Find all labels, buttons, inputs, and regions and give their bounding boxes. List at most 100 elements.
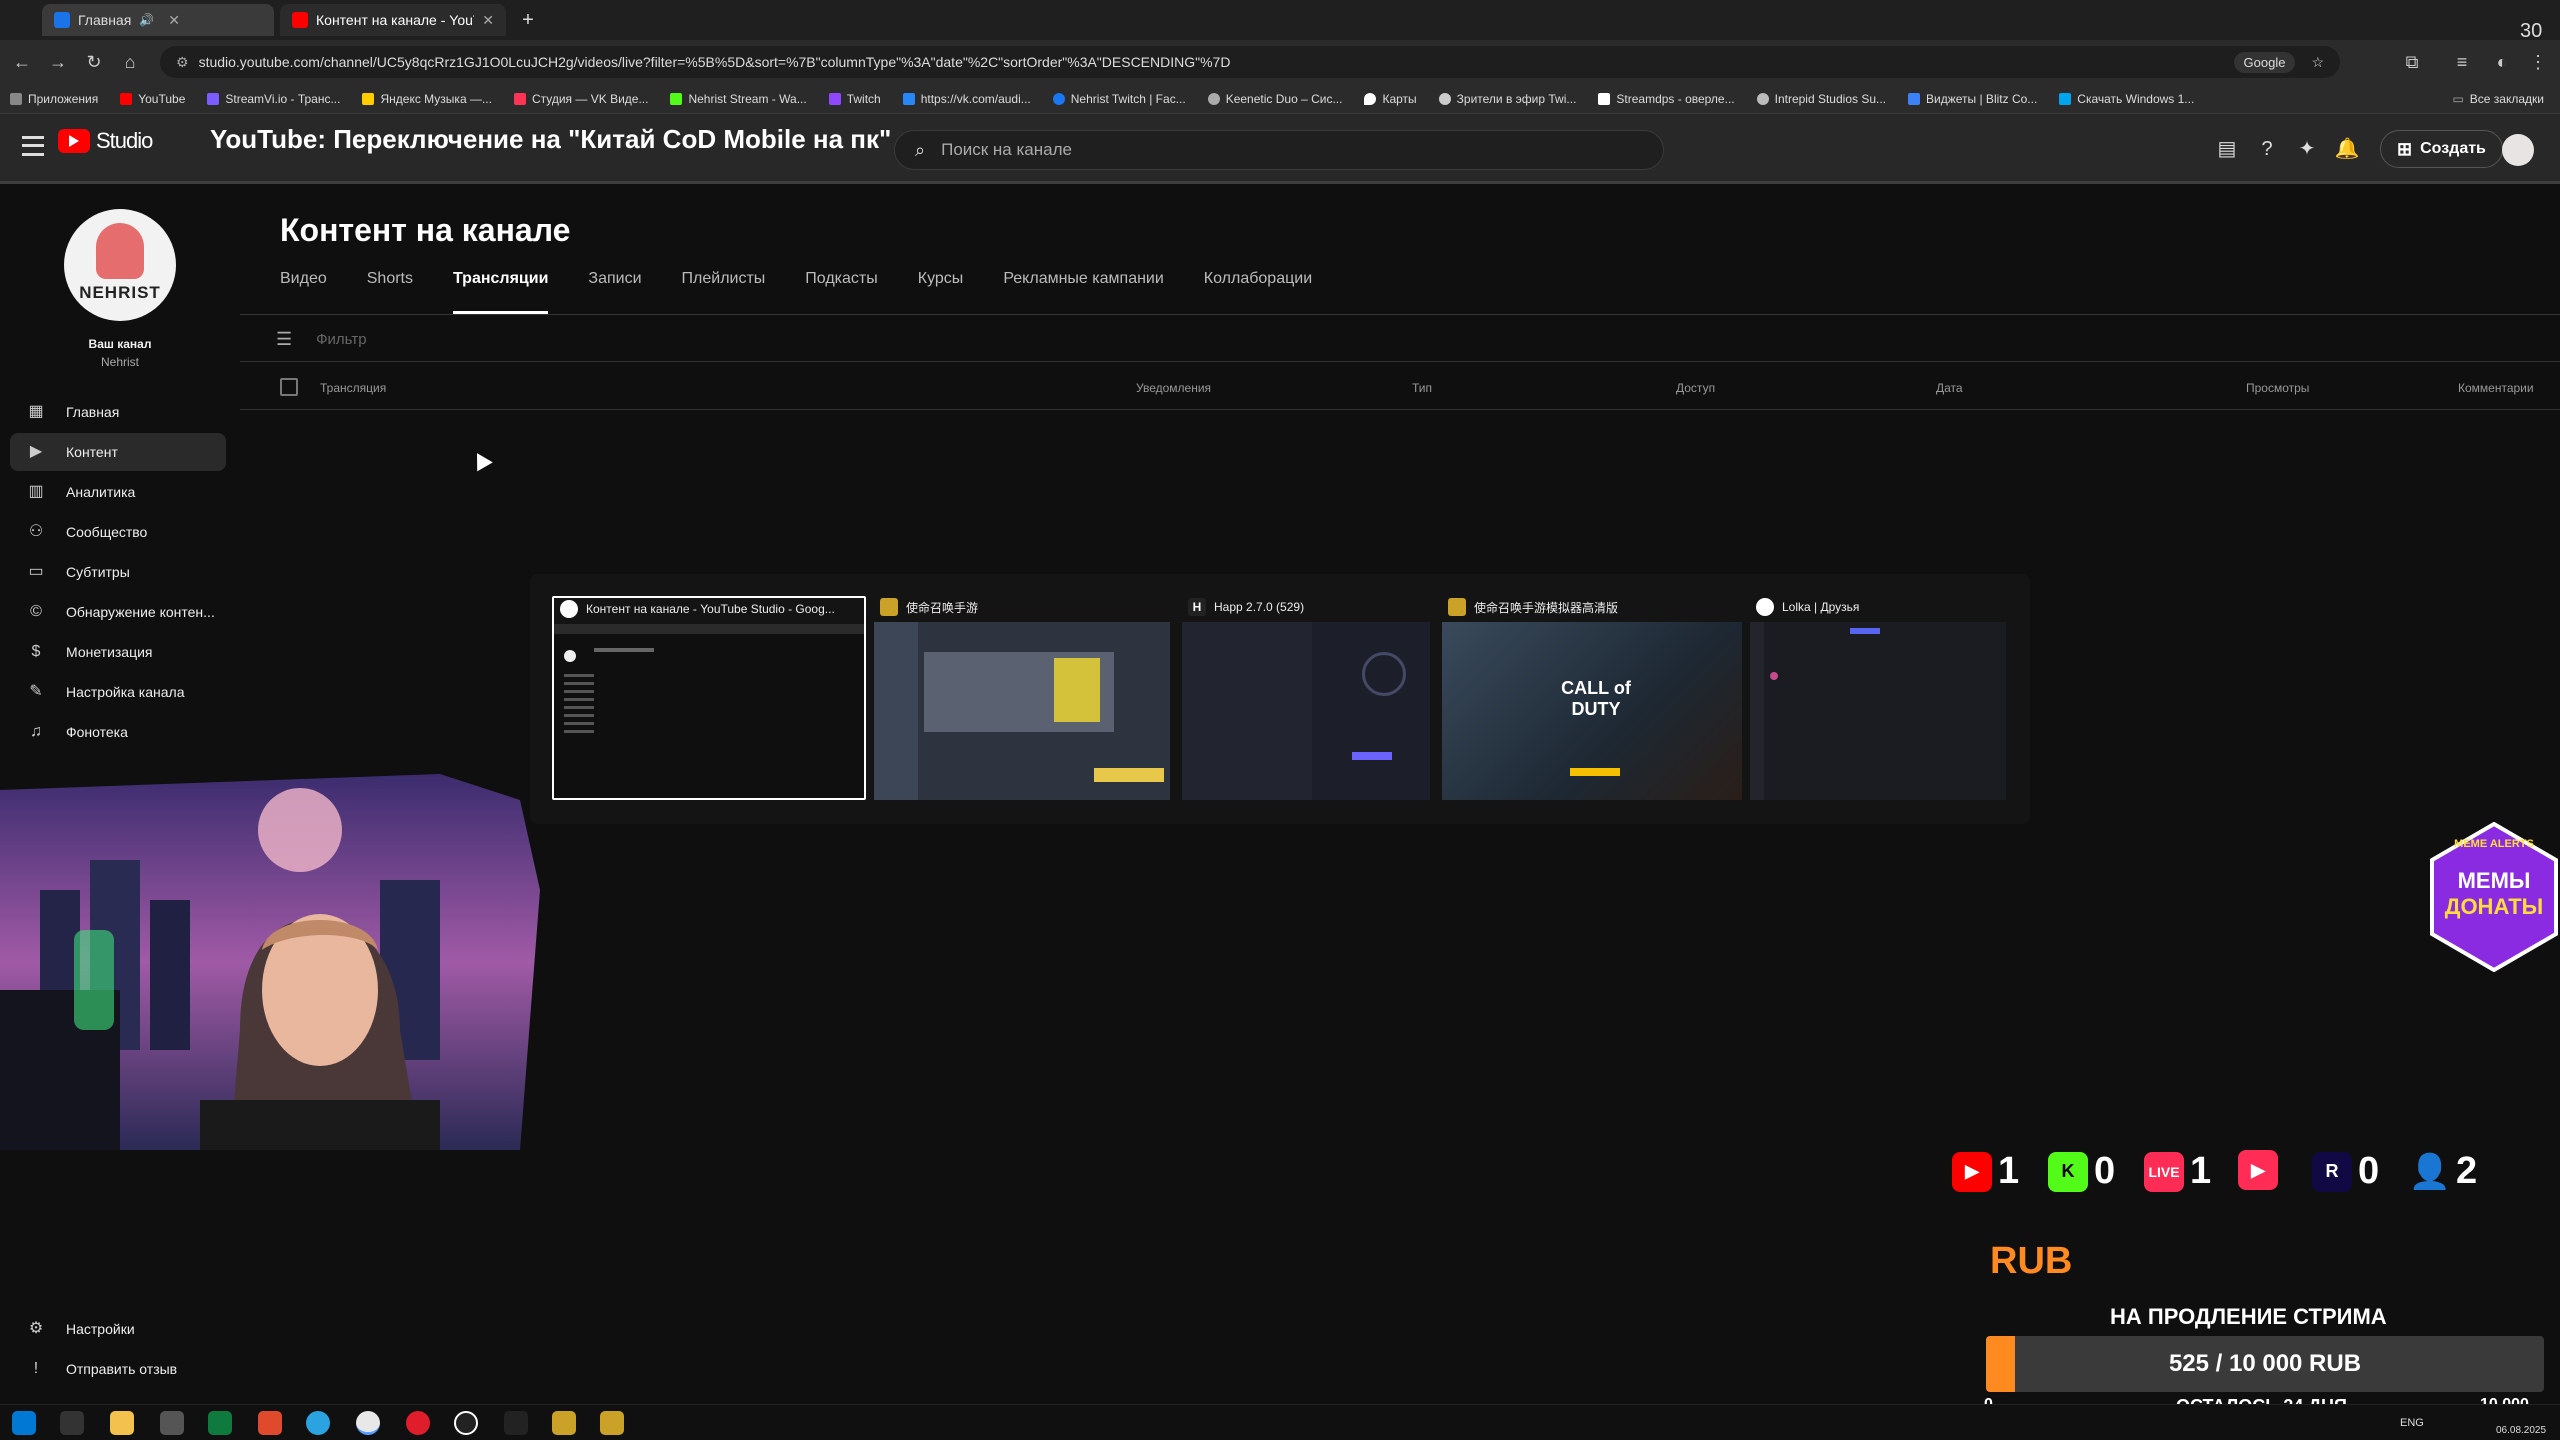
sparkle-icon[interactable]: ✦ bbox=[2294, 136, 2320, 162]
site-info-icon[interactable]: ⚙ bbox=[176, 54, 189, 71]
cod-mobile-icon[interactable] bbox=[552, 1411, 576, 1435]
opera-icon[interactable] bbox=[406, 1411, 430, 1435]
chrome-icon[interactable] bbox=[356, 1411, 380, 1435]
channel-avatar[interactable]: NEHRIST bbox=[64, 209, 176, 321]
hamburger-menu-icon[interactable] bbox=[22, 136, 44, 156]
sidebar-item-community[interactable]: ⚇ Сообщество bbox=[10, 513, 226, 551]
task-view-icon[interactable] bbox=[60, 1411, 84, 1435]
sidebar-item-subtitles[interactable]: ▭ Субтитры bbox=[10, 553, 226, 591]
column-header-notifications[interactable]: Уведомления bbox=[1136, 381, 1211, 395]
sidebar-item-monetization[interactable]: $ Монетизация bbox=[10, 633, 226, 671]
messages-icon[interactable]: ▤ bbox=[2214, 136, 2240, 162]
store-icon[interactable] bbox=[208, 1411, 232, 1435]
tab-collaborations[interactable]: Коллаборации bbox=[1204, 270, 1312, 314]
cod-mobile-icon[interactable] bbox=[600, 1411, 624, 1435]
audio-icon[interactable]: 🔊 bbox=[139, 13, 154, 27]
help-icon[interactable]: ? bbox=[2254, 136, 2280, 162]
file-explorer-icon[interactable] bbox=[110, 1411, 134, 1435]
column-header-comments[interactable]: Комментарии bbox=[2458, 381, 2534, 395]
tab-playlists[interactable]: Плейлисты bbox=[682, 270, 766, 314]
column-header-visibility[interactable]: Доступ bbox=[1676, 381, 1715, 395]
sidebar-item-content[interactable]: ▶ Контент bbox=[10, 433, 226, 471]
sidebar-item-audio-library[interactable]: ♫ Фонотека bbox=[10, 713, 226, 751]
bookmark-item[interactable]: Intrepid Studios Su... bbox=[1756, 92, 1886, 106]
bookmark-item[interactable]: Keenetic Duo – Сис... bbox=[1207, 92, 1342, 106]
tab-label: Главная bbox=[78, 12, 132, 28]
sidebar-item-copyright[interactable]: © Обнаружение контен... bbox=[10, 593, 226, 631]
home-icon[interactable]: ⌂ bbox=[118, 50, 142, 74]
bookmark-item[interactable]: Streamdps - оверле... bbox=[1598, 92, 1735, 106]
switcher-window-happ[interactable]: H Happ 2.7.0 (529) bbox=[1182, 596, 1430, 800]
start-icon[interactable] bbox=[12, 1411, 36, 1435]
lolka-icon[interactable] bbox=[454, 1411, 478, 1435]
profile-icon[interactable]: ◐ bbox=[2490, 50, 2514, 74]
close-tab-icon[interactable]: ✕ bbox=[482, 12, 494, 29]
switcher-window-cod-launcher[interactable]: 使命召唤手游 bbox=[874, 596, 1170, 800]
filter-input[interactable]: Фильтр bbox=[316, 331, 366, 348]
bookmark-item[interactable]: https://vk.com/audi... bbox=[902, 92, 1031, 106]
tab-promotions[interactable]: Рекламные кампании bbox=[1003, 270, 1163, 314]
reading-list-icon[interactable]: ≡ bbox=[2450, 50, 2474, 74]
column-header-views[interactable]: Просмотры bbox=[2246, 381, 2309, 395]
browser-tab-home[interactable]: Главная 🔊 ✕ bbox=[42, 4, 274, 36]
customization-icon: ✎ bbox=[29, 683, 43, 700]
bookmark-item[interactable]: Nehrist Stream - Wa... bbox=[670, 92, 807, 106]
bookmark-item[interactable]: Виджеты | Blitz Co... bbox=[1908, 92, 2037, 106]
extensions-icon[interactable]: ⧉ bbox=[2400, 50, 2424, 74]
account-avatar[interactable] bbox=[2502, 134, 2534, 166]
tab-videos[interactable]: Видео bbox=[280, 270, 327, 314]
create-button[interactable]: ⊞ Создать bbox=[2380, 130, 2503, 168]
filter-icon[interactable]: ☰ bbox=[276, 329, 292, 350]
language-indicator[interactable]: ENG bbox=[2400, 1417, 2424, 1429]
bookmark-item[interactable]: Карты bbox=[1364, 92, 1417, 106]
menu-icon[interactable]: ⋮ bbox=[2526, 50, 2550, 74]
bookmark-item[interactable]: Nehrist Twitch | Fac... bbox=[1052, 92, 1186, 106]
switcher-window-lolka[interactable]: Lolka | Друзья bbox=[1750, 596, 2006, 800]
community-icon: ⚇ bbox=[28, 523, 44, 540]
studio-logo[interactable]: Studio bbox=[58, 128, 153, 154]
google-lens-button[interactable]: Google bbox=[2233, 51, 2296, 73]
new-tab-button[interactable]: + bbox=[512, 4, 544, 36]
switcher-window-cod-emulator[interactable]: 使命召唤手游模拟器高清版 CALL of DUTY bbox=[1442, 596, 1742, 800]
sidebar-item-dashboard[interactable]: ▦ Главная bbox=[10, 393, 226, 431]
column-header-stream[interactable]: Трансляция bbox=[320, 381, 386, 395]
tab-shorts[interactable]: Shorts bbox=[367, 270, 413, 314]
bookmark-item[interactable]: StreamVi.io - Транс... bbox=[207, 92, 340, 106]
sidebar-item-feedback[interactable]: ! Отправить отзыв bbox=[10, 1350, 226, 1388]
app-icon[interactable] bbox=[160, 1411, 184, 1435]
taskbar-date[interactable]: 06.08.2025 bbox=[2496, 1425, 2546, 1436]
bookmark-item[interactable]: Яндекс Музыка —... bbox=[362, 92, 492, 106]
sidebar-item-customization[interactable]: ✎ Настройка канала bbox=[10, 673, 226, 711]
sidebar-item-settings[interactable]: ⚙ Настройки bbox=[10, 1310, 226, 1348]
tab-courses[interactable]: Курсы bbox=[918, 270, 964, 314]
browser-tab-studio[interactable]: Контент на канале - YouTube Studio ✕ bbox=[280, 4, 506, 36]
happ-icon[interactable] bbox=[504, 1411, 528, 1435]
tab-podcasts[interactable]: Подкасты bbox=[805, 270, 877, 314]
tab-posts[interactable]: Записи bbox=[588, 270, 641, 314]
bookmark-item[interactable]: Приложения bbox=[10, 92, 98, 106]
apps-icon bbox=[10, 92, 22, 105]
switcher-window-studio[interactable]: Контент на канале - YouTube Studio - Goo… bbox=[552, 596, 866, 800]
select-all-checkbox[interactable] bbox=[280, 378, 298, 396]
telegram-icon[interactable] bbox=[306, 1411, 330, 1435]
reload-icon[interactable]: ↻ bbox=[82, 50, 106, 74]
column-header-type[interactable]: Тип bbox=[1412, 381, 1432, 395]
close-tab-icon[interactable]: ✕ bbox=[168, 12, 180, 29]
tab-live[interactable]: Трансляции bbox=[453, 270, 549, 314]
column-header-date[interactable]: Дата bbox=[1936, 381, 1963, 395]
address-bar[interactable]: ⚙ studio.youtube.com/channel/UC5y8qcRrz1… bbox=[160, 46, 2340, 78]
all-bookmarks-button[interactable]: ▭ Все закладки bbox=[2452, 92, 2544, 106]
bookmark-item[interactable]: Студия — VK Виде... bbox=[513, 92, 648, 106]
bookmark-item[interactable]: YouTube bbox=[120, 92, 185, 106]
forward-icon[interactable]: → bbox=[46, 50, 70, 74]
bookmark-star-icon[interactable]: ☆ bbox=[2311, 54, 2324, 71]
back-icon[interactable]: ← bbox=[10, 50, 34, 74]
bookmark-item[interactable]: Зрители в эфир Twi... bbox=[1438, 92, 1576, 106]
sidebar-item-analytics[interactable]: ▥ Аналитика bbox=[10, 473, 226, 511]
notifications-icon[interactable]: 🔔 bbox=[2334, 136, 2360, 162]
copyright-icon: © bbox=[30, 603, 42, 620]
app-icon[interactable] bbox=[258, 1411, 282, 1435]
search-input[interactable]: ⌕ Поиск на канале bbox=[894, 130, 1664, 170]
bookmark-item[interactable]: Twitch bbox=[828, 92, 881, 106]
bookmark-item[interactable]: Скачать Windows 1... bbox=[2059, 92, 2194, 106]
